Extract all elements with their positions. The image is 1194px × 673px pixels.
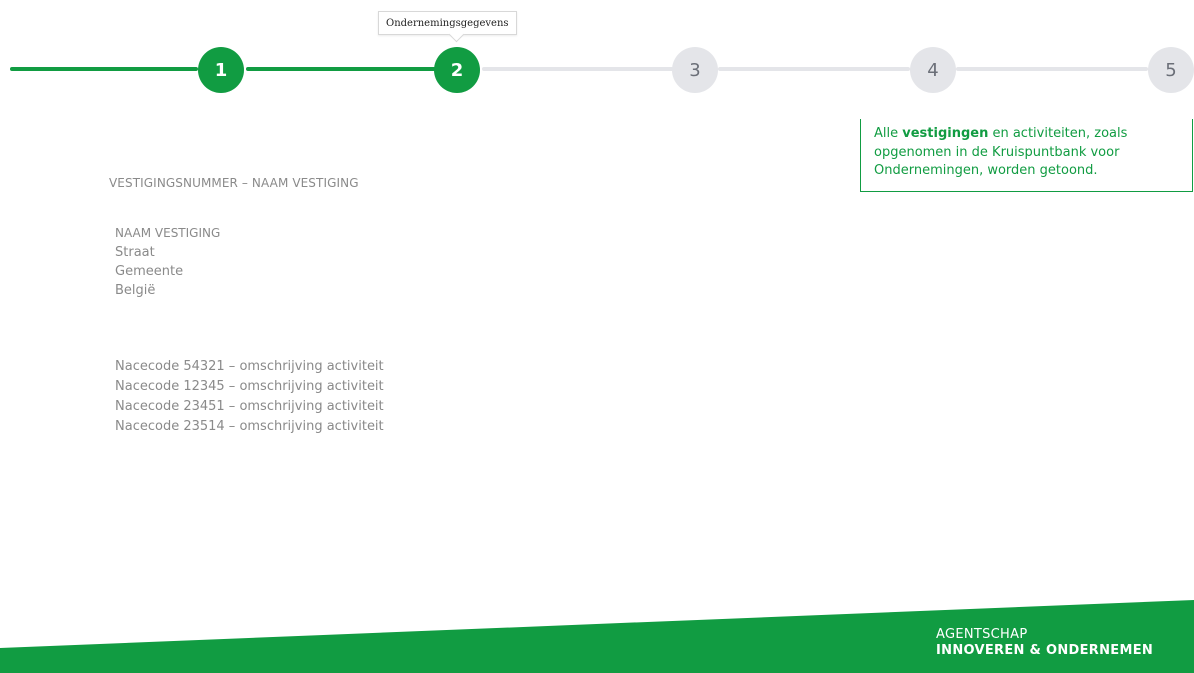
address-city: Gemeente [115, 264, 184, 279]
list-item: Nacecode 23451 – omschrijving activiteit [115, 399, 384, 414]
step-3[interactable]: 3 [672, 47, 718, 93]
step-tooltip: Ondernemingsgegevens [378, 11, 517, 35]
address-country: België [115, 283, 156, 298]
list-item: Nacecode 23514 – omschrijving activiteit [115, 419, 384, 434]
step-4[interactable]: 4 [910, 47, 956, 93]
vestiging-address: NAAM VESTIGING Straat Gemeente België [115, 224, 220, 300]
info-notice: Alle vestigingen en activiteiten, zoals … [860, 119, 1193, 192]
stepper-track-pending [482, 67, 674, 71]
stepper-track-completed [246, 67, 436, 71]
vestiging-heading: VESTIGINGSNUMMER – NAAM VESTIGING [109, 176, 359, 190]
stepper-track-pending [956, 67, 1148, 71]
progress-stepper: 1 2 3 4 5 Ondernemingsgegevens [0, 0, 1194, 110]
agency-logo: AGENTSCHAP INNOVEREN & ONDERNEMEN [936, 627, 1153, 659]
list-item: Nacecode 54321 – omschrijving activiteit [115, 359, 384, 374]
step-2-current[interactable]: 2 [434, 47, 480, 93]
info-text-prefix: Alle [874, 126, 903, 141]
step-1[interactable]: 1 [198, 47, 244, 93]
step-5[interactable]: 5 [1148, 47, 1194, 93]
list-item: Nacecode 12345 – omschrijving activiteit [115, 379, 384, 394]
address-street: Straat [115, 245, 155, 260]
logo-line-1: AGENTSCHAP [936, 627, 1028, 642]
stepper-track-pending [718, 67, 910, 71]
address-name: NAAM VESTIGING [115, 226, 221, 240]
logo-line-2: INNOVEREN & ONDERNEMEN [936, 643, 1154, 658]
nace-code-list: Nacecode 54321 – omschrijving activiteit… [115, 357, 384, 437]
info-text-bold: vestigingen [902, 126, 989, 141]
stepper-track-completed [10, 67, 198, 71]
